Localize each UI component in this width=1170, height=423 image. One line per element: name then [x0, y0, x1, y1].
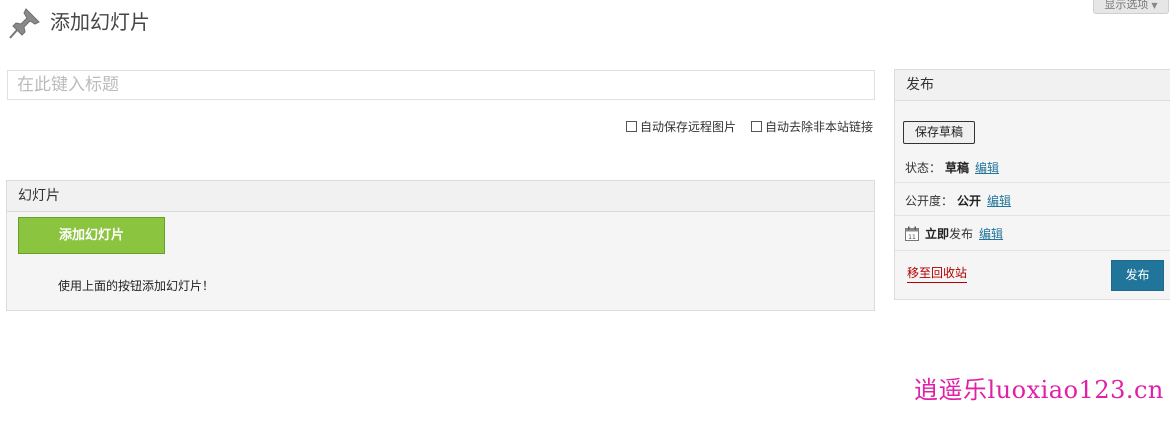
schedule-value: 立即: [925, 227, 950, 241]
add-slide-button[interactable]: 添加幻灯片: [18, 217, 165, 254]
publish-metabox: 发布 保存草稿 状态： 草稿 编辑 公开度： 公开 编辑 11 立即 发布 编辑…: [894, 69, 1170, 300]
auto-remove-external-links-option[interactable]: 自动去除非本站链接: [751, 118, 873, 135]
auto-save-remote-images-checkbox[interactable]: [626, 121, 637, 132]
chevron-down-icon: ▼: [1151, 1, 1158, 10]
slides-metabox: 幻灯片 添加幻灯片 使用上面的按钮添加幻灯片！: [6, 180, 875, 311]
divider: [895, 215, 1170, 216]
auto-save-remote-images-label: 自动保存远程图片: [640, 120, 737, 134]
publish-button[interactable]: 发布: [1111, 260, 1164, 291]
auto-remove-external-links-checkbox[interactable]: [751, 121, 762, 132]
edit-schedule-link[interactable]: 编辑: [979, 225, 1003, 242]
visibility-label: 公开度：: [905, 194, 954, 208]
divider: [895, 182, 1170, 183]
screen-options-tab[interactable]: 显示选项 ▼: [1093, 0, 1169, 14]
edit-status-link[interactable]: 编辑: [975, 159, 999, 176]
edit-visibility-link[interactable]: 编辑: [987, 192, 1011, 209]
visibility-row: 公开度： 公开 编辑: [905, 192, 1011, 209]
slides-metabox-title[interactable]: 幻灯片: [7, 181, 874, 212]
visibility-value: 公开: [957, 194, 982, 208]
auto-remove-external-links-label: 自动去除非本站链接: [765, 120, 874, 134]
move-to-trash-link[interactable]: 移至回收站: [907, 264, 968, 283]
status-row: 状态： 草稿 编辑: [905, 159, 999, 176]
status-label: 状态：: [905, 161, 942, 175]
publish-metabox-title[interactable]: 发布: [895, 70, 1170, 101]
schedule-row: 11 立即 发布 编辑: [905, 225, 1003, 242]
auto-save-remote-images-option[interactable]: 自动保存远程图片: [626, 118, 736, 135]
save-draft-button[interactable]: 保存草稿: [903, 121, 975, 144]
schedule-suffix: 发布: [949, 227, 974, 241]
post-title-input[interactable]: [7, 70, 875, 100]
status-value: 草稿: [945, 161, 970, 175]
screen-options-label: 显示选项: [1104, 0, 1149, 11]
pushpin-icon: [9, 8, 40, 39]
divider: [895, 250, 1170, 251]
slides-hint-text: 使用上面的按钮添加幻灯片！: [58, 279, 215, 293]
page-title: 添加幻灯片: [50, 10, 150, 34]
svg-text:11: 11: [908, 234, 916, 241]
watermark-text: 逍遥乐luoxiao123.cn: [914, 376, 1164, 404]
calendar-icon: 11: [905, 226, 919, 241]
